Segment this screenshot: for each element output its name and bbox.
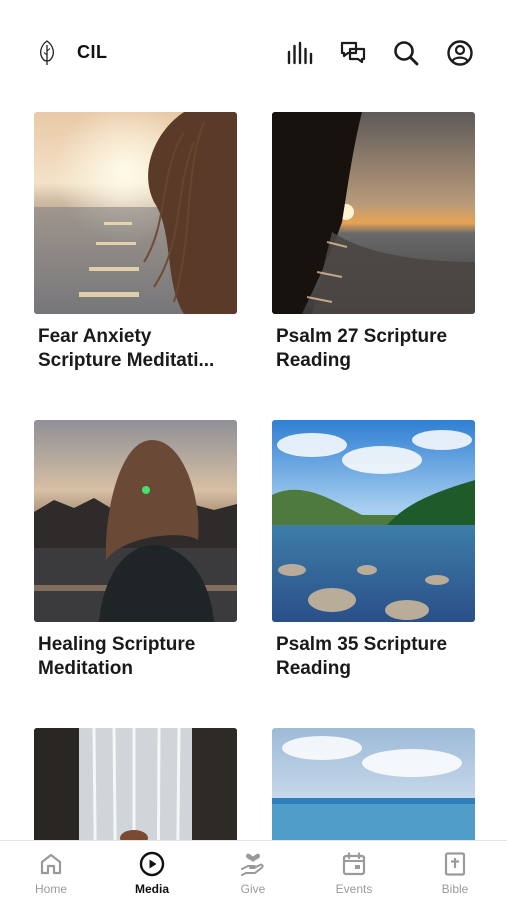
app-header: CIL [0,0,507,100]
home-icon [37,850,65,878]
give-heart-hand-icon [239,850,267,878]
calendar-icon [340,850,368,878]
media-title: Healing Scripture Meditation [38,634,196,679]
media-title: Psalm 35 Scripture Reading [276,634,448,679]
leaf-logo-icon[interactable] [37,40,57,66]
chat-bubbles-icon[interactable] [338,38,368,68]
audio-bars-icon[interactable] [284,38,314,68]
media-thumbnail[interactable] [34,728,237,840]
media-thumbnail[interactable] [34,112,237,314]
media-card[interactable] [272,728,475,840]
bible-icon [441,850,469,878]
media-thumbnail[interactable] [272,420,475,622]
media-card[interactable]: Psalm 35 Scripture Reading [272,420,475,681]
tab-label: Give [240,882,266,896]
account-icon[interactable] [445,38,475,68]
play-circle-icon [138,850,166,878]
search-icon[interactable] [391,38,421,68]
tab-media[interactable]: Media [112,841,192,901]
media-thumbnail[interactable] [272,112,475,314]
media-title: Psalm 27 Scripture Reading [276,326,448,371]
tab-give[interactable]: Give [213,841,293,901]
media-thumbnail[interactable] [34,420,237,622]
app-name: CIL [77,42,108,62]
tab-label: Home [34,882,67,896]
bottom-tab-bar: Home Media Give Events Bible [0,840,507,901]
media-grid: Fear Anxiety Scripture Meditati... Psalm… [0,0,507,840]
tab-label: Bible [441,882,469,896]
tab-events[interactable]: Events [314,841,394,901]
tab-bible[interactable]: Bible [415,841,495,901]
tab-label: Events [335,882,373,896]
media-card[interactable] [34,728,237,840]
media-thumbnail[interactable] [272,728,475,840]
media-title: Fear Anxiety Scripture Meditati... [38,326,215,371]
media-card[interactable]: Psalm 27 Scripture Reading [272,112,475,373]
media-card[interactable]: Fear Anxiety Scripture Meditati... [34,112,237,373]
tab-home[interactable]: Home [11,841,91,901]
tab-label: Media [134,882,169,896]
media-card[interactable]: Healing Scripture Meditation [34,420,237,681]
